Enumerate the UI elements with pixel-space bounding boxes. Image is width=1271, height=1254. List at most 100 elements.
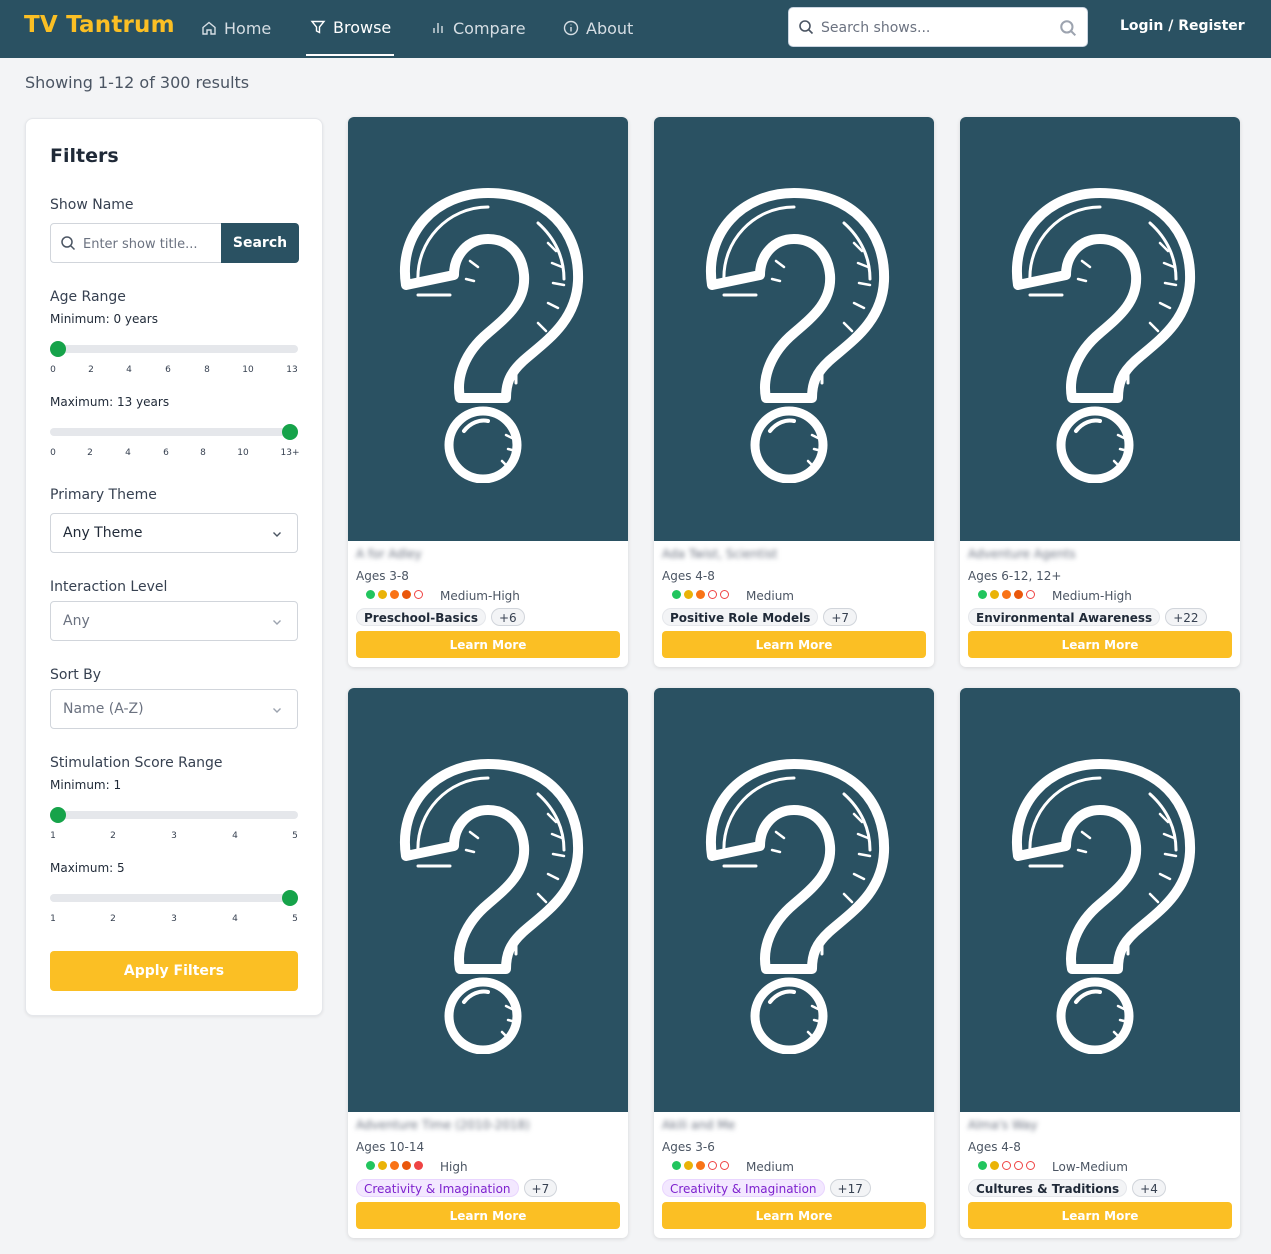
show-title[interactable]: Alma's Way bbox=[968, 1118, 1038, 1132]
filters-title: Filters bbox=[50, 145, 119, 167]
show-thumbnail[interactable] bbox=[348, 117, 628, 541]
header-search[interactable] bbox=[788, 7, 1088, 47]
stim-max-slider-track[interactable] bbox=[50, 894, 298, 902]
search-icon bbox=[799, 20, 814, 35]
stim-max-slider-thumb[interactable] bbox=[282, 890, 298, 906]
home-icon bbox=[202, 21, 216, 35]
theme-tag: Preschool-Basics bbox=[356, 608, 486, 626]
more-themes-badge: +4 bbox=[1132, 1179, 1166, 1197]
interaction-level-select[interactable]: Any bbox=[50, 601, 298, 641]
rating-dot-filled bbox=[366, 1161, 375, 1170]
show-card[interactable]: Ada Twist, Scientist Ages 4-8 Medium Pos… bbox=[654, 117, 934, 667]
age-min-slider-track[interactable] bbox=[50, 345, 298, 353]
show-title[interactable]: Ada Twist, Scientist bbox=[662, 547, 777, 561]
theme-tag: Environmental Awareness bbox=[968, 608, 1161, 626]
nav-home[interactable]: Home bbox=[201, 0, 271, 56]
nav-home-label: Home bbox=[224, 18, 272, 38]
rating-dot-empty bbox=[414, 590, 423, 599]
sort-by-select[interactable]: Name (A-Z) bbox=[50, 689, 298, 729]
show-thumbnail[interactable] bbox=[960, 688, 1240, 1112]
rating-dot-empty bbox=[1026, 1161, 1035, 1170]
rating-dot-filled bbox=[990, 1161, 999, 1170]
tick-label: 3 bbox=[171, 831, 177, 841]
nav-about[interactable]: About bbox=[563, 0, 633, 56]
learn-more-button[interactable]: Learn More bbox=[662, 631, 926, 658]
search-submit-icon[interactable] bbox=[1059, 19, 1077, 37]
rating-dot-filled bbox=[414, 1161, 423, 1170]
stim-min-ticks: 1 2 3 4 5 bbox=[50, 831, 298, 843]
age-min-label: Minimum: 0 years bbox=[50, 312, 158, 326]
results-count: Showing 1-12 of 300 results bbox=[25, 73, 250, 92]
stim-min-slider-thumb[interactable] bbox=[50, 807, 66, 823]
theme-tag: Creativity & Imagination bbox=[662, 1179, 825, 1197]
tick-label: 3 bbox=[171, 914, 177, 924]
nav-browse[interactable]: Browse bbox=[306, 0, 394, 56]
age-max-slider-thumb[interactable] bbox=[282, 424, 298, 440]
show-card[interactable]: Adventure Time (2010-2018) Ages 10-14 Hi… bbox=[348, 688, 628, 1238]
tick-label: 10 bbox=[242, 365, 254, 375]
show-thumbnail[interactable] bbox=[654, 688, 934, 1112]
theme-tags: Creativity & Imagination +7 bbox=[356, 1179, 558, 1197]
apply-filters-button[interactable]: Apply Filters bbox=[50, 951, 298, 991]
stim-min-slider-track[interactable] bbox=[50, 811, 298, 819]
show-name-search-button[interactable]: Search bbox=[221, 223, 299, 263]
learn-more-button[interactable]: Learn More bbox=[662, 1202, 926, 1229]
rating-dot-empty bbox=[708, 1161, 717, 1170]
rating-dot-filled bbox=[390, 590, 399, 599]
stimulation-rating bbox=[672, 590, 729, 599]
tick-label: 4 bbox=[232, 831, 238, 841]
question-mark-placeholder-icon bbox=[1011, 188, 1196, 483]
show-thumbnail[interactable] bbox=[960, 117, 1240, 541]
show-title[interactable]: A for Adley bbox=[356, 547, 422, 561]
show-card[interactable]: Adventure Agents Ages 6-12, 12+ Medium-H… bbox=[960, 117, 1240, 667]
age-max-ticks: 0 2 4 6 8 10 13+ bbox=[50, 448, 299, 460]
stimulation-rating bbox=[672, 1161, 729, 1170]
rating-dot-filled bbox=[672, 1161, 681, 1170]
header-search-input[interactable] bbox=[821, 16, 1049, 40]
show-card[interactable]: Akili and Me Ages 3-6 Medium Creativity … bbox=[654, 688, 934, 1238]
stimulation-level: High bbox=[440, 1160, 468, 1174]
question-mark-placeholder-icon bbox=[705, 188, 890, 483]
login-register-link[interactable]: Login / Register bbox=[1120, 18, 1245, 34]
learn-more-button[interactable]: Learn More bbox=[356, 631, 620, 658]
age-min-slider-thumb[interactable] bbox=[50, 341, 66, 357]
tick-label: 8 bbox=[200, 448, 206, 458]
show-ages: Ages 3-8 bbox=[356, 569, 409, 583]
tick-label: 2 bbox=[110, 914, 116, 924]
rating-dot-filled bbox=[684, 1161, 693, 1170]
theme-tag: Cultures & Traditions bbox=[968, 1179, 1128, 1197]
age-max-label: Maximum: 13 years bbox=[50, 395, 170, 409]
show-card[interactable]: A for Adley Ages 3-8 Medium-High Prescho… bbox=[348, 117, 628, 667]
theme-tags: Preschool-Basics +6 bbox=[356, 608, 525, 626]
show-thumbnail[interactable] bbox=[348, 688, 628, 1112]
age-max-slider-track[interactable] bbox=[50, 428, 298, 436]
tick-label: 13 bbox=[286, 365, 298, 375]
rating-dot-filled bbox=[1002, 590, 1011, 599]
show-title[interactable]: Akili and Me bbox=[662, 1118, 735, 1132]
theme-tag: Creativity & Imagination bbox=[356, 1179, 519, 1197]
rating-dot-empty bbox=[1014, 1161, 1023, 1170]
show-title[interactable]: Adventure Agents bbox=[968, 547, 1076, 561]
learn-more-button[interactable]: Learn More bbox=[968, 1202, 1232, 1229]
show-name-input[interactable] bbox=[83, 233, 217, 255]
show-card[interactable]: Alma's Way Ages 4-8 Low-Medium Cultures … bbox=[960, 688, 1240, 1238]
show-title[interactable]: Adventure Time (2010-2018) bbox=[356, 1118, 530, 1132]
nav-compare[interactable]: Compare bbox=[430, 0, 526, 56]
show-name-field[interactable] bbox=[50, 223, 222, 263]
nav-browse-label: Browse bbox=[333, 17, 392, 37]
tick-label: 6 bbox=[163, 448, 169, 458]
stimulation-rating bbox=[366, 590, 423, 599]
primary-theme-value: Any Theme bbox=[63, 525, 143, 541]
learn-more-button[interactable]: Learn More bbox=[356, 1202, 620, 1229]
stimulation-level: Medium bbox=[746, 589, 794, 603]
more-themes-badge: +17 bbox=[829, 1179, 871, 1197]
show-thumbnail[interactable] bbox=[654, 117, 934, 541]
interaction-level-label: Interaction Level bbox=[50, 579, 168, 595]
stimulation-rating bbox=[366, 1161, 423, 1170]
app-logo[interactable]: TV Tantrum bbox=[24, 12, 175, 38]
tick-label: 0 bbox=[50, 365, 56, 375]
question-mark-placeholder-icon bbox=[705, 759, 890, 1054]
learn-more-button[interactable]: Learn More bbox=[968, 631, 1232, 658]
stim-min-label: Minimum: 1 bbox=[50, 778, 122, 792]
primary-theme-select[interactable]: Any Theme bbox=[50, 513, 298, 553]
